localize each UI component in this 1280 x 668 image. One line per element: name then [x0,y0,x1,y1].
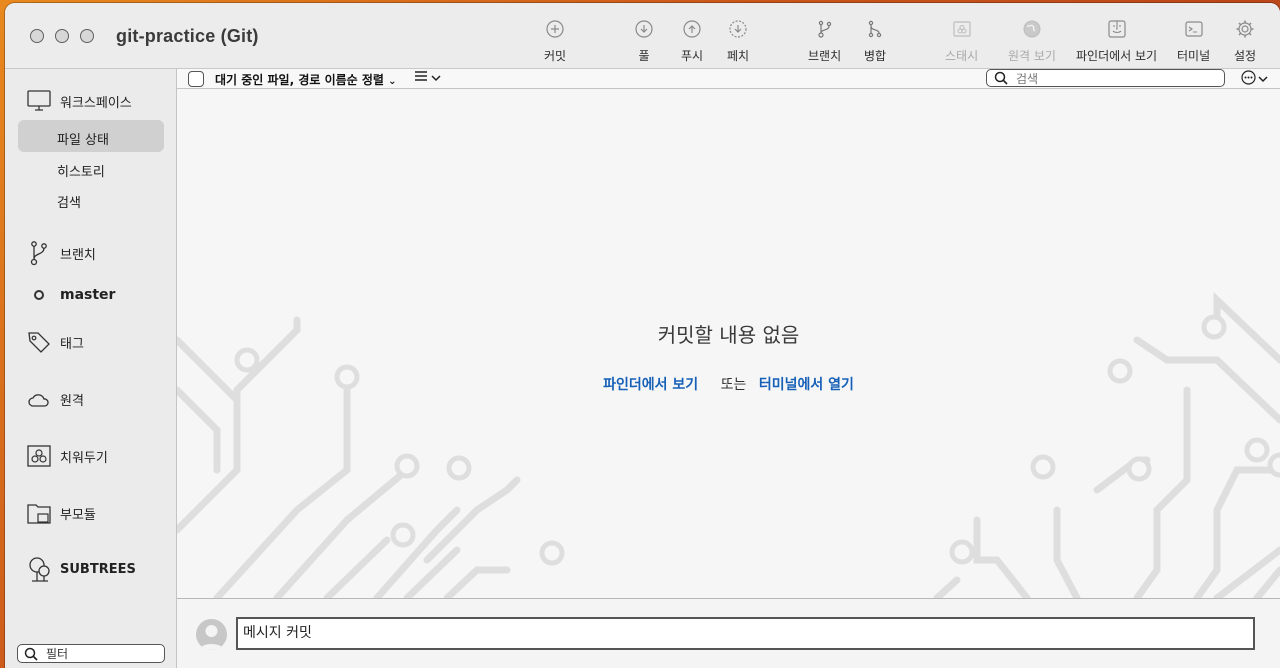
sidebar-item-branch-master[interactable]: master [27,283,115,307]
close-window-button[interactable] [30,29,44,43]
commit-message-placeholder: 메시지 커밋 [243,625,312,641]
stash-label: 스태시 [945,49,979,63]
ellipsis-circle-icon [1241,70,1256,88]
search-icon [24,647,38,661]
commit-bar: 메시지 커밋 [177,598,1280,668]
window-controls [30,29,94,43]
main-panel: 대기 중인 파일, 경로 이름순 정렬 ⌄ 검색 커밋할 내용 없음 파인더에서… [177,69,1280,668]
chevron-down-icon [1258,72,1268,86]
more-options-button[interactable] [1241,70,1268,88]
sidebar-item-label: 워크스페이스 [60,95,132,111]
merge-button[interactable]: 병합 [864,19,886,64]
fetch-button[interactable]: 페치 [727,19,749,64]
sidebar-item-label: 브랜치 [60,247,96,263]
tree-icon [27,557,51,582]
fetch-label: 페치 [727,49,750,63]
file-sort-dropdown[interactable]: 대기 중인 파일, 경로 이름순 정렬 ⌄ [215,71,397,88]
chevron-down-icon: ⌄ [388,76,397,87]
commit-message-input[interactable]: 메시지 커밋 [236,617,1255,650]
terminal-button[interactable]: 터미널 [1177,19,1210,64]
minimize-window-button[interactable] [55,29,69,43]
terminal-label: 터미널 [1177,49,1211,63]
commit-button[interactable]: 커밋 [544,19,566,64]
arrow-up-circle-icon [682,19,702,39]
branch-label: 브랜치 [808,49,842,63]
settings-label: 설정 [1234,49,1257,63]
user-icon [199,625,224,650]
app-window: git-practice (Git) 커밋 풀 푸시 페치 브랜치 병합 스태시… [5,3,1280,668]
sidebar-filter-input[interactable]: 필터 [17,644,165,663]
sidebar-item-label: 태그 [60,336,84,352]
show-in-finder-label: 파인더에서 보기 [1076,49,1158,63]
select-all-checkbox[interactable] [188,71,204,87]
push-button[interactable]: 푸시 [681,19,703,64]
sidebar-item-workspace[interactable]: 워크스페이스 [27,89,132,113]
folder-icon [27,501,51,525]
remote-view-label: 원격 보기 [1008,49,1056,63]
sidebar-item-history[interactable]: 히스토리 [57,161,105,180]
show-in-finder-link[interactable]: 파인더에서 보기 [603,377,698,393]
settings-button[interactable]: 설정 [1234,19,1256,64]
sidebar-item-label: master [60,287,116,303]
sidebar-item-stashes[interactable]: 치워두기 [27,444,108,468]
gear-icon [1235,19,1255,39]
sidebar-item-label: 원격 [60,393,84,409]
current-branch-icon [27,283,51,307]
sidebar-item-tags[interactable]: 태그 [27,330,84,354]
file-search-input[interactable]: 검색 [986,69,1225,87]
sidebar-item-label: 치워두기 [60,450,108,466]
sidebar-item-subtrees[interactable]: SUBTREES [27,557,136,582]
finder-icon [1107,19,1127,39]
sidebar-item-file-status[interactable]: 파일 상태 [57,129,109,148]
stash-icon [952,19,972,39]
sidebar-item-search[interactable]: 검색 [57,192,81,211]
branch-icon [27,241,51,266]
sidebar-item-label: SUBTREES [60,561,136,577]
monitor-icon [27,89,51,113]
open-in-terminal-link[interactable]: 터미널에서 열기 [759,377,854,393]
cloud-icon [27,387,51,411]
sidebar-item-remotes[interactable]: 원격 [27,387,84,411]
empty-state-actions: 파인더에서 보기 또는 터미널에서 열기 [177,374,1280,394]
sidebar: 워크스페이스 파일 상태 히스토리 검색 브랜치 master 태그 원격 치워… [5,69,177,668]
sidebar-item-label: 부모듈 [60,507,96,523]
push-label: 푸시 [681,49,704,63]
avatar [196,619,227,650]
filter-placeholder: 필터 [46,647,69,661]
arrow-down-circle-icon [634,19,654,39]
list-icon [415,70,427,85]
commit-label: 커밋 [544,49,567,63]
empty-state-title: 커밋할 내용 없음 [657,323,800,347]
pull-button[interactable]: 풀 [634,19,654,64]
branch-button[interactable]: 브랜치 [808,19,841,64]
globe-icon [1022,19,1042,39]
file-sort-label: 대기 중인 파일, 경로 이름순 정렬 [215,73,384,87]
stash-icon [27,444,51,468]
title-bar: git-practice (Git) 커밋 풀 푸시 페치 브랜치 병합 스태시… [5,3,1280,69]
merge-icon [865,19,885,39]
chevron-down-icon [431,71,441,85]
zoom-window-button[interactable] [80,29,94,43]
merge-label: 병합 [864,49,887,63]
branch-icon [815,19,835,39]
pull-label: 풀 [638,49,650,63]
or-text: 또는 [720,377,747,393]
search-placeholder: 검색 [1016,71,1039,86]
terminal-icon [1184,19,1204,39]
show-in-finder-button[interactable]: 파인더에서 보기 [1076,19,1157,64]
stash-button[interactable]: 스태시 [945,19,978,64]
sidebar-item-submodules[interactable]: 부모듈 [27,501,96,525]
plus-circle-icon [545,19,565,39]
tag-icon [27,330,51,354]
fetch-icon [728,19,748,39]
window-title: git-practice (Git) [116,26,259,46]
remote-view-button[interactable]: 원격 보기 [1008,19,1056,64]
search-icon [994,71,1008,85]
view-mode-dropdown[interactable] [415,70,441,85]
sidebar-item-branches[interactable]: 브랜치 [27,241,96,266]
file-filter-bar: 대기 중인 파일, 경로 이름순 정렬 ⌄ 검색 [177,69,1280,89]
